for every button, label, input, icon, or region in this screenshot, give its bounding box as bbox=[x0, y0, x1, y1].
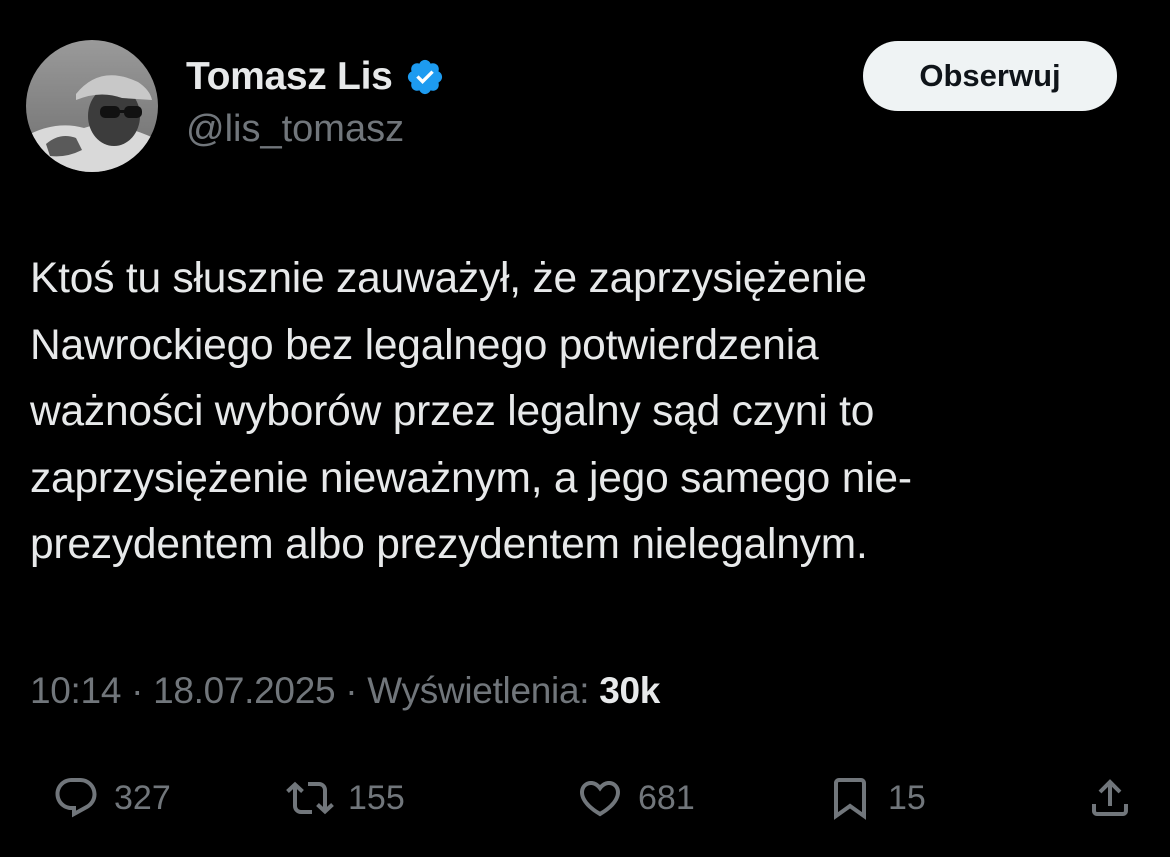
tweet-date[interactable]: 18.07.2025 bbox=[153, 670, 335, 711]
tweet-text-line: Ktoś tu słusznie zauważył, że zaprzysięż… bbox=[30, 255, 867, 302]
reply-icon bbox=[55, 778, 97, 818]
meta-separator: · bbox=[121, 670, 154, 711]
author-handle[interactable]: @lis_tomasz bbox=[186, 108, 404, 151]
reply-button[interactable]: 327 bbox=[52, 766, 171, 830]
tweet-text: Ktoś tu słusznie zauważył, że zaprzysięż… bbox=[30, 246, 1140, 579]
author-name-row[interactable]: Tomasz Lis bbox=[186, 52, 445, 102]
author-display-name[interactable]: Tomasz Lis bbox=[186, 55, 393, 99]
tweet-time[interactable]: 10:14 bbox=[30, 670, 121, 711]
tweet-meta: 10:14 · 18.07.2025 · Wyświetlenia: 30k bbox=[30, 670, 660, 712]
meta-separator: · bbox=[335, 670, 368, 711]
tweet-text-line: Nawrockiego bez legalnego potwierdzenia bbox=[30, 321, 819, 369]
tweet-text-line: zaprzysiężenie nieważnym, a jego samego … bbox=[30, 454, 912, 502]
share-icon bbox=[1092, 779, 1128, 816]
repost-count: 155 bbox=[348, 778, 405, 817]
reply-count: 327 bbox=[114, 778, 171, 817]
bookmark-icon bbox=[834, 778, 866, 820]
like-count: 681 bbox=[638, 778, 695, 817]
share-button[interactable] bbox=[1086, 766, 1134, 830]
tweet-actions: 327 155 681 15 bbox=[0, 766, 1170, 830]
avatar-photo bbox=[26, 40, 158, 172]
repost-icon bbox=[286, 781, 334, 815]
views-label: Wyświetlenia: bbox=[367, 670, 590, 711]
verified-badge-icon bbox=[407, 59, 442, 95]
heart-icon bbox=[579, 781, 621, 817]
views-count: 30k bbox=[599, 670, 661, 711]
repost-button[interactable]: 155 bbox=[286, 766, 405, 830]
tweet-text-line: ważności wyborów przez legalny sąd czyni… bbox=[30, 388, 875, 435]
avatar[interactable] bbox=[26, 40, 158, 172]
bookmark-count: 15 bbox=[888, 778, 926, 817]
like-button[interactable]: 681 bbox=[576, 766, 695, 830]
bookmark-button[interactable]: 15 bbox=[826, 766, 926, 830]
tweet-text-line: prezydentem albo prezydentem nielegalnym… bbox=[30, 521, 868, 568]
follow-button[interactable]: Obserwuj bbox=[863, 41, 1117, 111]
